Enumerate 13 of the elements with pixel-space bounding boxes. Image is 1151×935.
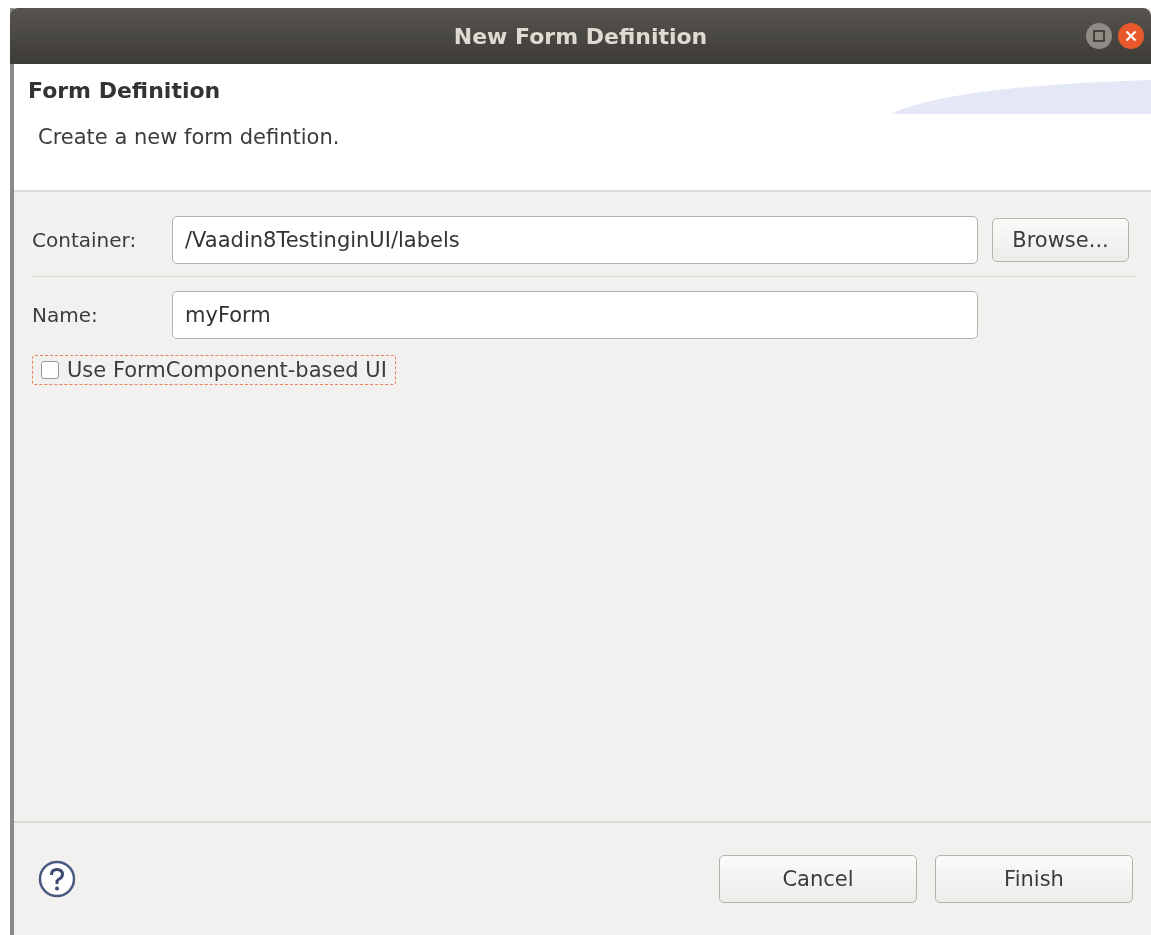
container-label: Container: xyxy=(32,228,138,252)
browse-button[interactable]: Browse... xyxy=(992,218,1129,262)
window-title: New Form Definition xyxy=(453,23,708,49)
close-icon[interactable] xyxy=(1117,22,1145,50)
form-component-checkbox[interactable]: Use FormComponent-based UI xyxy=(32,355,396,385)
dialog-button[interactable]: Finish xyxy=(935,855,1133,903)
name-label: Name: xyxy=(32,303,99,327)
help-icon[interactable] xyxy=(38,860,76,898)
page-description: Create a new form defintion. xyxy=(38,125,340,149)
dialog-button[interactable]: Cancel xyxy=(719,855,917,903)
container-field[interactable]: /Vaadin8TestinginUI/labels xyxy=(172,216,978,264)
page-title: Form Definition xyxy=(28,78,221,103)
name-field[interactable]: myForm xyxy=(172,291,978,339)
